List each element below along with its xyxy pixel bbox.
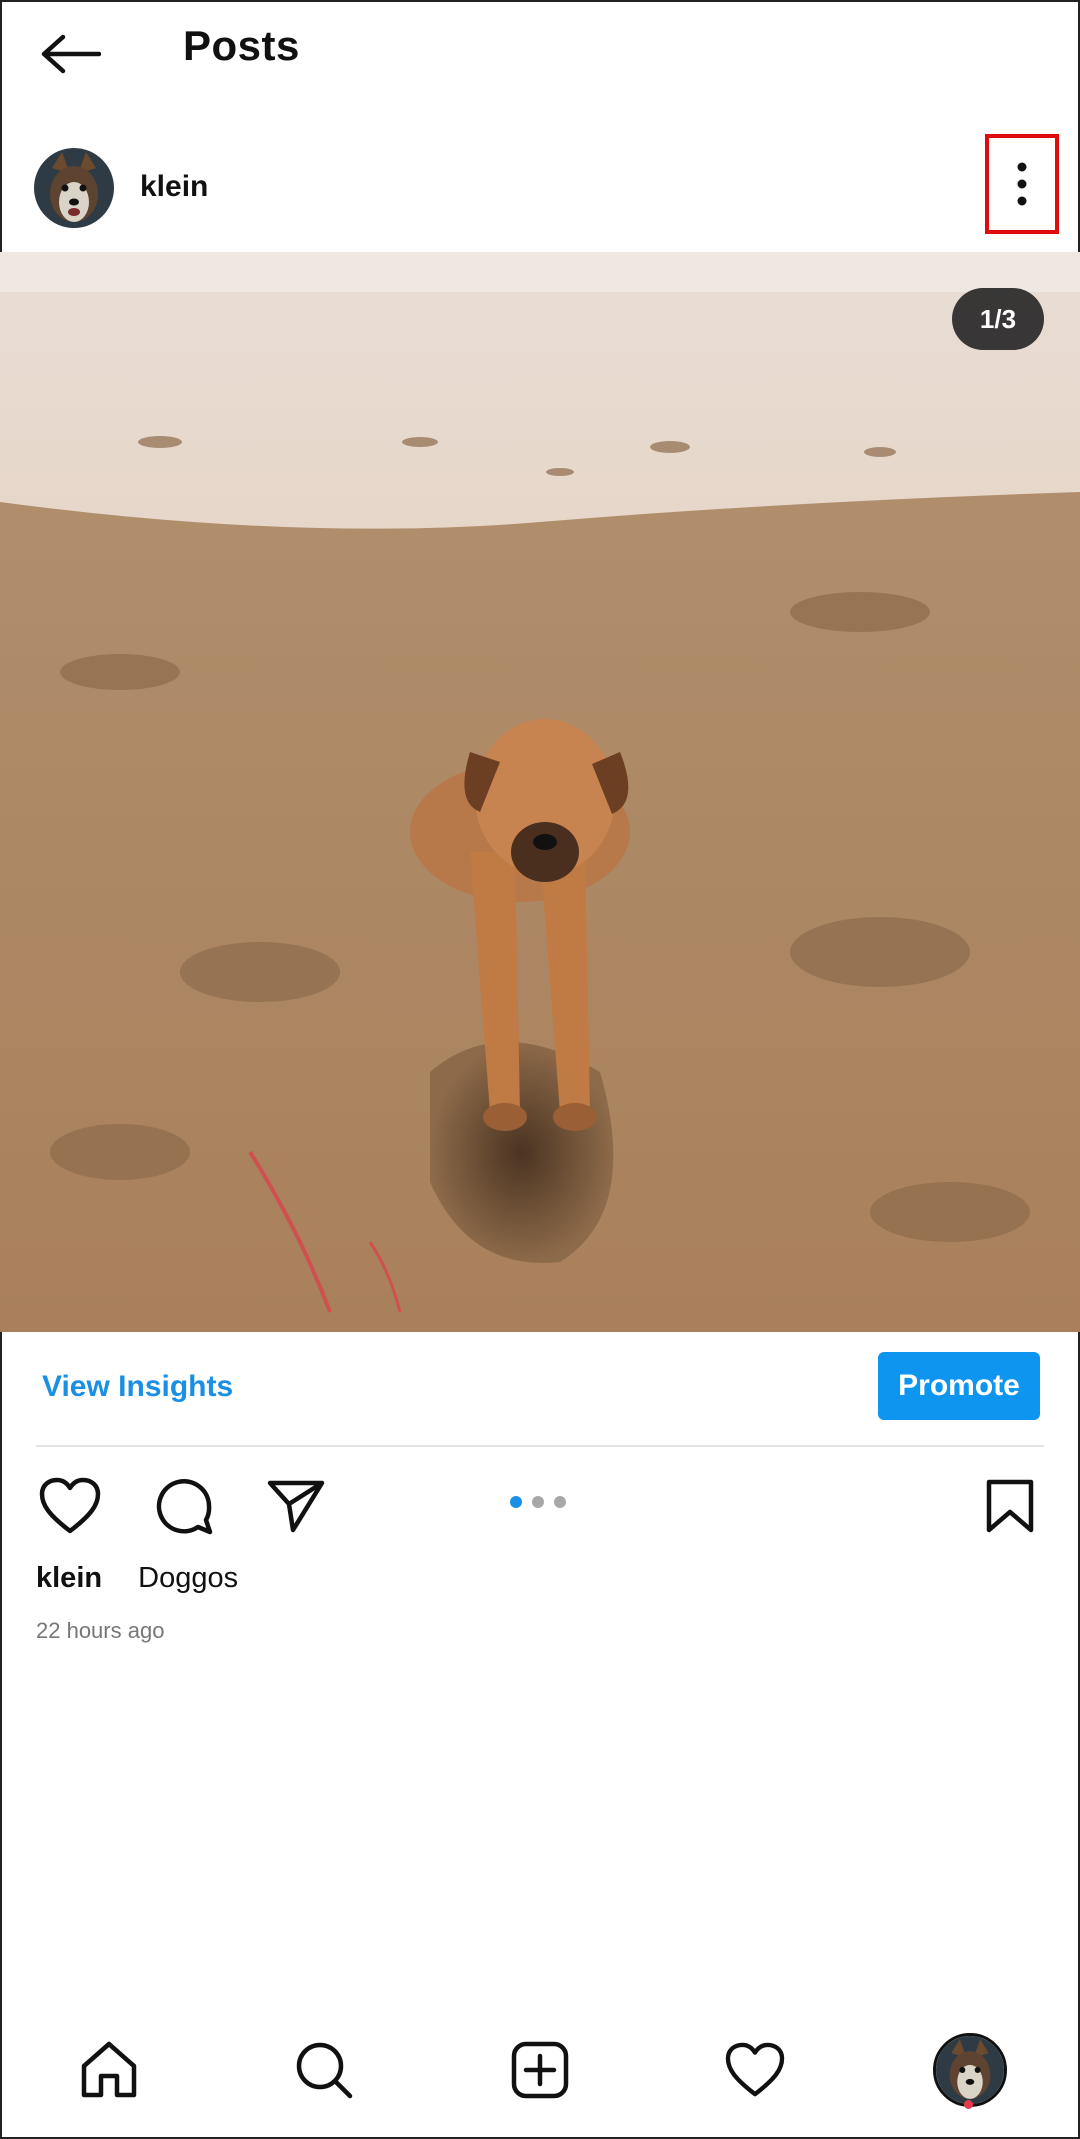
- back-button[interactable]: [34, 18, 106, 90]
- nav-profile[interactable]: [930, 2030, 1010, 2110]
- nav-create[interactable]: [500, 2030, 580, 2110]
- view-insights-link[interactable]: View Insights: [42, 1370, 233, 1404]
- nav-home[interactable]: [69, 2030, 149, 2110]
- insights-row: View Insights Promote: [0, 1352, 1080, 1444]
- carousel-dot-active: [510, 1496, 522, 1508]
- post-header: klein: [0, 134, 1080, 250]
- caption-text: Doggos: [138, 1562, 239, 1594]
- caption-username[interactable]: klein: [36, 1562, 102, 1594]
- post-actions: [0, 1470, 1080, 1550]
- more-options-button[interactable]: [985, 134, 1059, 234]
- notification-dot: [964, 2100, 973, 2109]
- more-vertical-icon: [1017, 162, 1027, 206]
- search-icon: [296, 2042, 353, 2099]
- like-button[interactable]: [34, 1470, 106, 1542]
- avatar[interactable]: [34, 148, 114, 228]
- nav-activity[interactable]: [715, 2030, 795, 2110]
- heart-icon: [725, 2042, 785, 2097]
- save-button[interactable]: [974, 1470, 1046, 1542]
- post-media[interactable]: 1/3: [0, 252, 1080, 1332]
- dog-avatar-image: [34, 148, 114, 228]
- nav-search[interactable]: [284, 2030, 364, 2110]
- post-timestamp: 22 hours ago: [36, 1618, 165, 1643]
- heart-icon: [39, 1477, 101, 1534]
- post-username[interactable]: klein: [140, 170, 208, 204]
- bookmark-icon: [986, 1479, 1034, 1533]
- promote-button[interactable]: Promote: [878, 1352, 1040, 1420]
- arrow-left-icon: [41, 34, 101, 74]
- post-caption: klein Doggos: [36, 1562, 238, 1595]
- home-icon: [81, 2041, 137, 2098]
- bottom-navigation: [0, 2030, 1080, 2130]
- divider: [36, 1445, 1044, 1447]
- top-bar: Posts: [0, 0, 1080, 110]
- comment-icon: [156, 1479, 213, 1535]
- carousel-dot: [532, 1496, 544, 1508]
- carousel-dot: [554, 1496, 566, 1508]
- send-icon: [267, 1480, 325, 1533]
- profile-avatar: [933, 2033, 1007, 2107]
- dog-in-sand-photo: [0, 252, 1080, 1332]
- media-counter-badge: 1/3: [952, 288, 1044, 350]
- comment-button[interactable]: [148, 1470, 220, 1542]
- add-icon: [511, 2041, 569, 2099]
- carousel-indicator: [510, 1496, 566, 1508]
- page-title: Posts: [183, 22, 300, 69]
- share-button[interactable]: [260, 1470, 332, 1542]
